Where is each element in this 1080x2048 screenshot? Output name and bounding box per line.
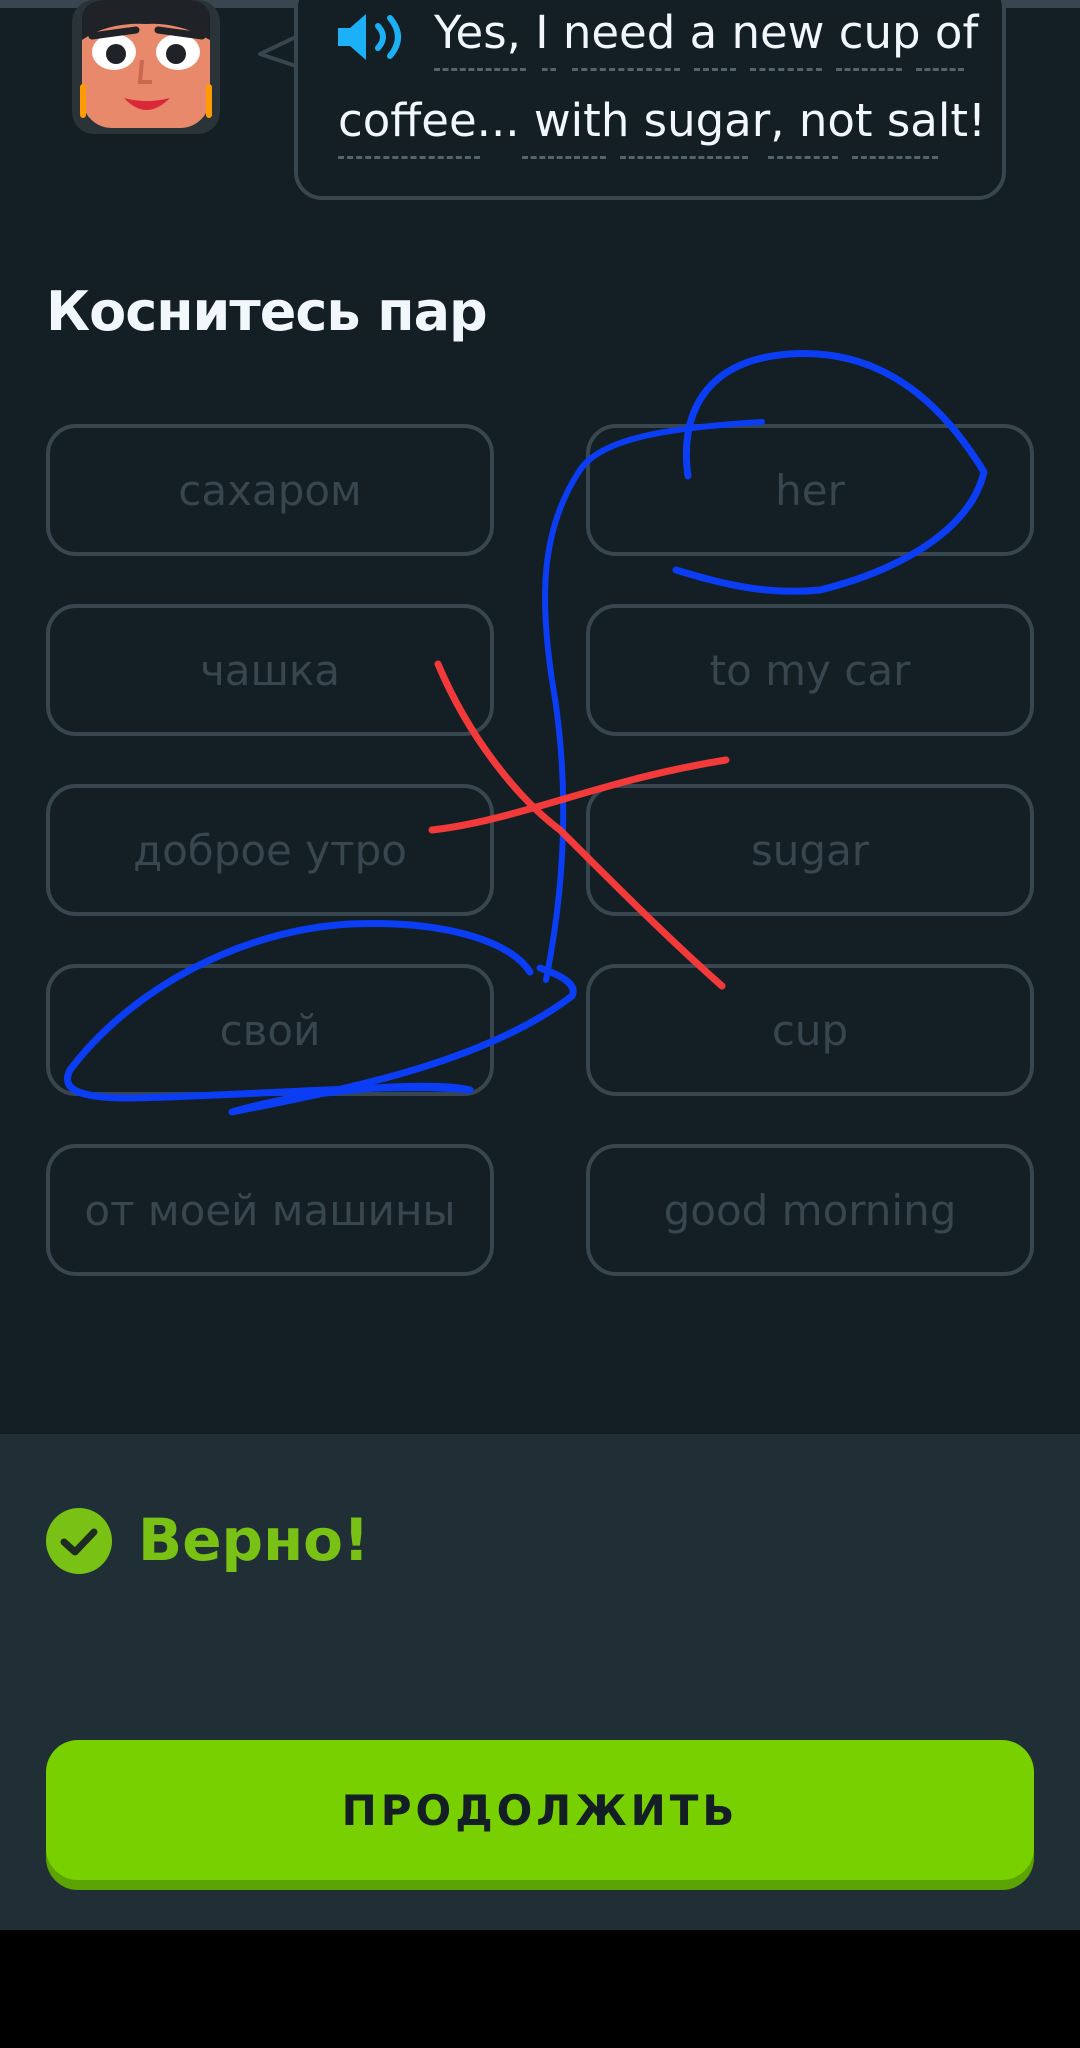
word-underline xyxy=(434,68,526,71)
tile-left-2[interactable]: чашка xyxy=(46,604,494,736)
word-underline xyxy=(768,156,838,159)
tile-right-4[interactable]: cup xyxy=(586,964,1034,1096)
word-underline xyxy=(694,68,736,71)
word-underline xyxy=(542,68,556,71)
tile-right-5[interactable]: good morning xyxy=(586,1144,1034,1276)
character-avatar xyxy=(72,0,220,134)
system-nav-bar xyxy=(0,1930,1080,2048)
tile-right-1[interactable]: her xyxy=(586,424,1034,556)
exercise-prompt: Коснитесь пар xyxy=(46,280,488,343)
tile-right-3[interactable]: sugar xyxy=(586,784,1034,916)
word-underline xyxy=(852,156,938,159)
tile-left-5[interactable]: от моей машины xyxy=(46,1144,494,1276)
dialog-line-2[interactable]: coffee... with sugar, not salt! xyxy=(338,94,986,147)
dialog-line-1[interactable]: Yes, I need a new cup of xyxy=(434,6,978,59)
tile-right-2[interactable]: to my car xyxy=(586,604,1034,736)
word-underline xyxy=(620,156,748,159)
tile-left-1[interactable]: сахаром xyxy=(46,424,494,556)
word-underline xyxy=(750,68,822,71)
continue-button[interactable]: ПРОДОЛЖИТЬ xyxy=(46,1740,1034,1880)
feedback-message: Верно! xyxy=(138,1506,370,1574)
word-underline xyxy=(522,156,606,159)
tile-left-3[interactable]: доброе утро xyxy=(46,784,494,916)
word-underline xyxy=(836,68,902,71)
word-underline xyxy=(338,156,480,159)
check-circle-icon xyxy=(46,1508,112,1574)
speaker-icon[interactable] xyxy=(336,12,408,62)
word-underline xyxy=(916,68,964,71)
app-screen: Yes, I need a new cup of coffee... with … xyxy=(0,0,1080,2048)
tile-left-4[interactable]: свой xyxy=(46,964,494,1096)
word-underline xyxy=(572,68,680,71)
